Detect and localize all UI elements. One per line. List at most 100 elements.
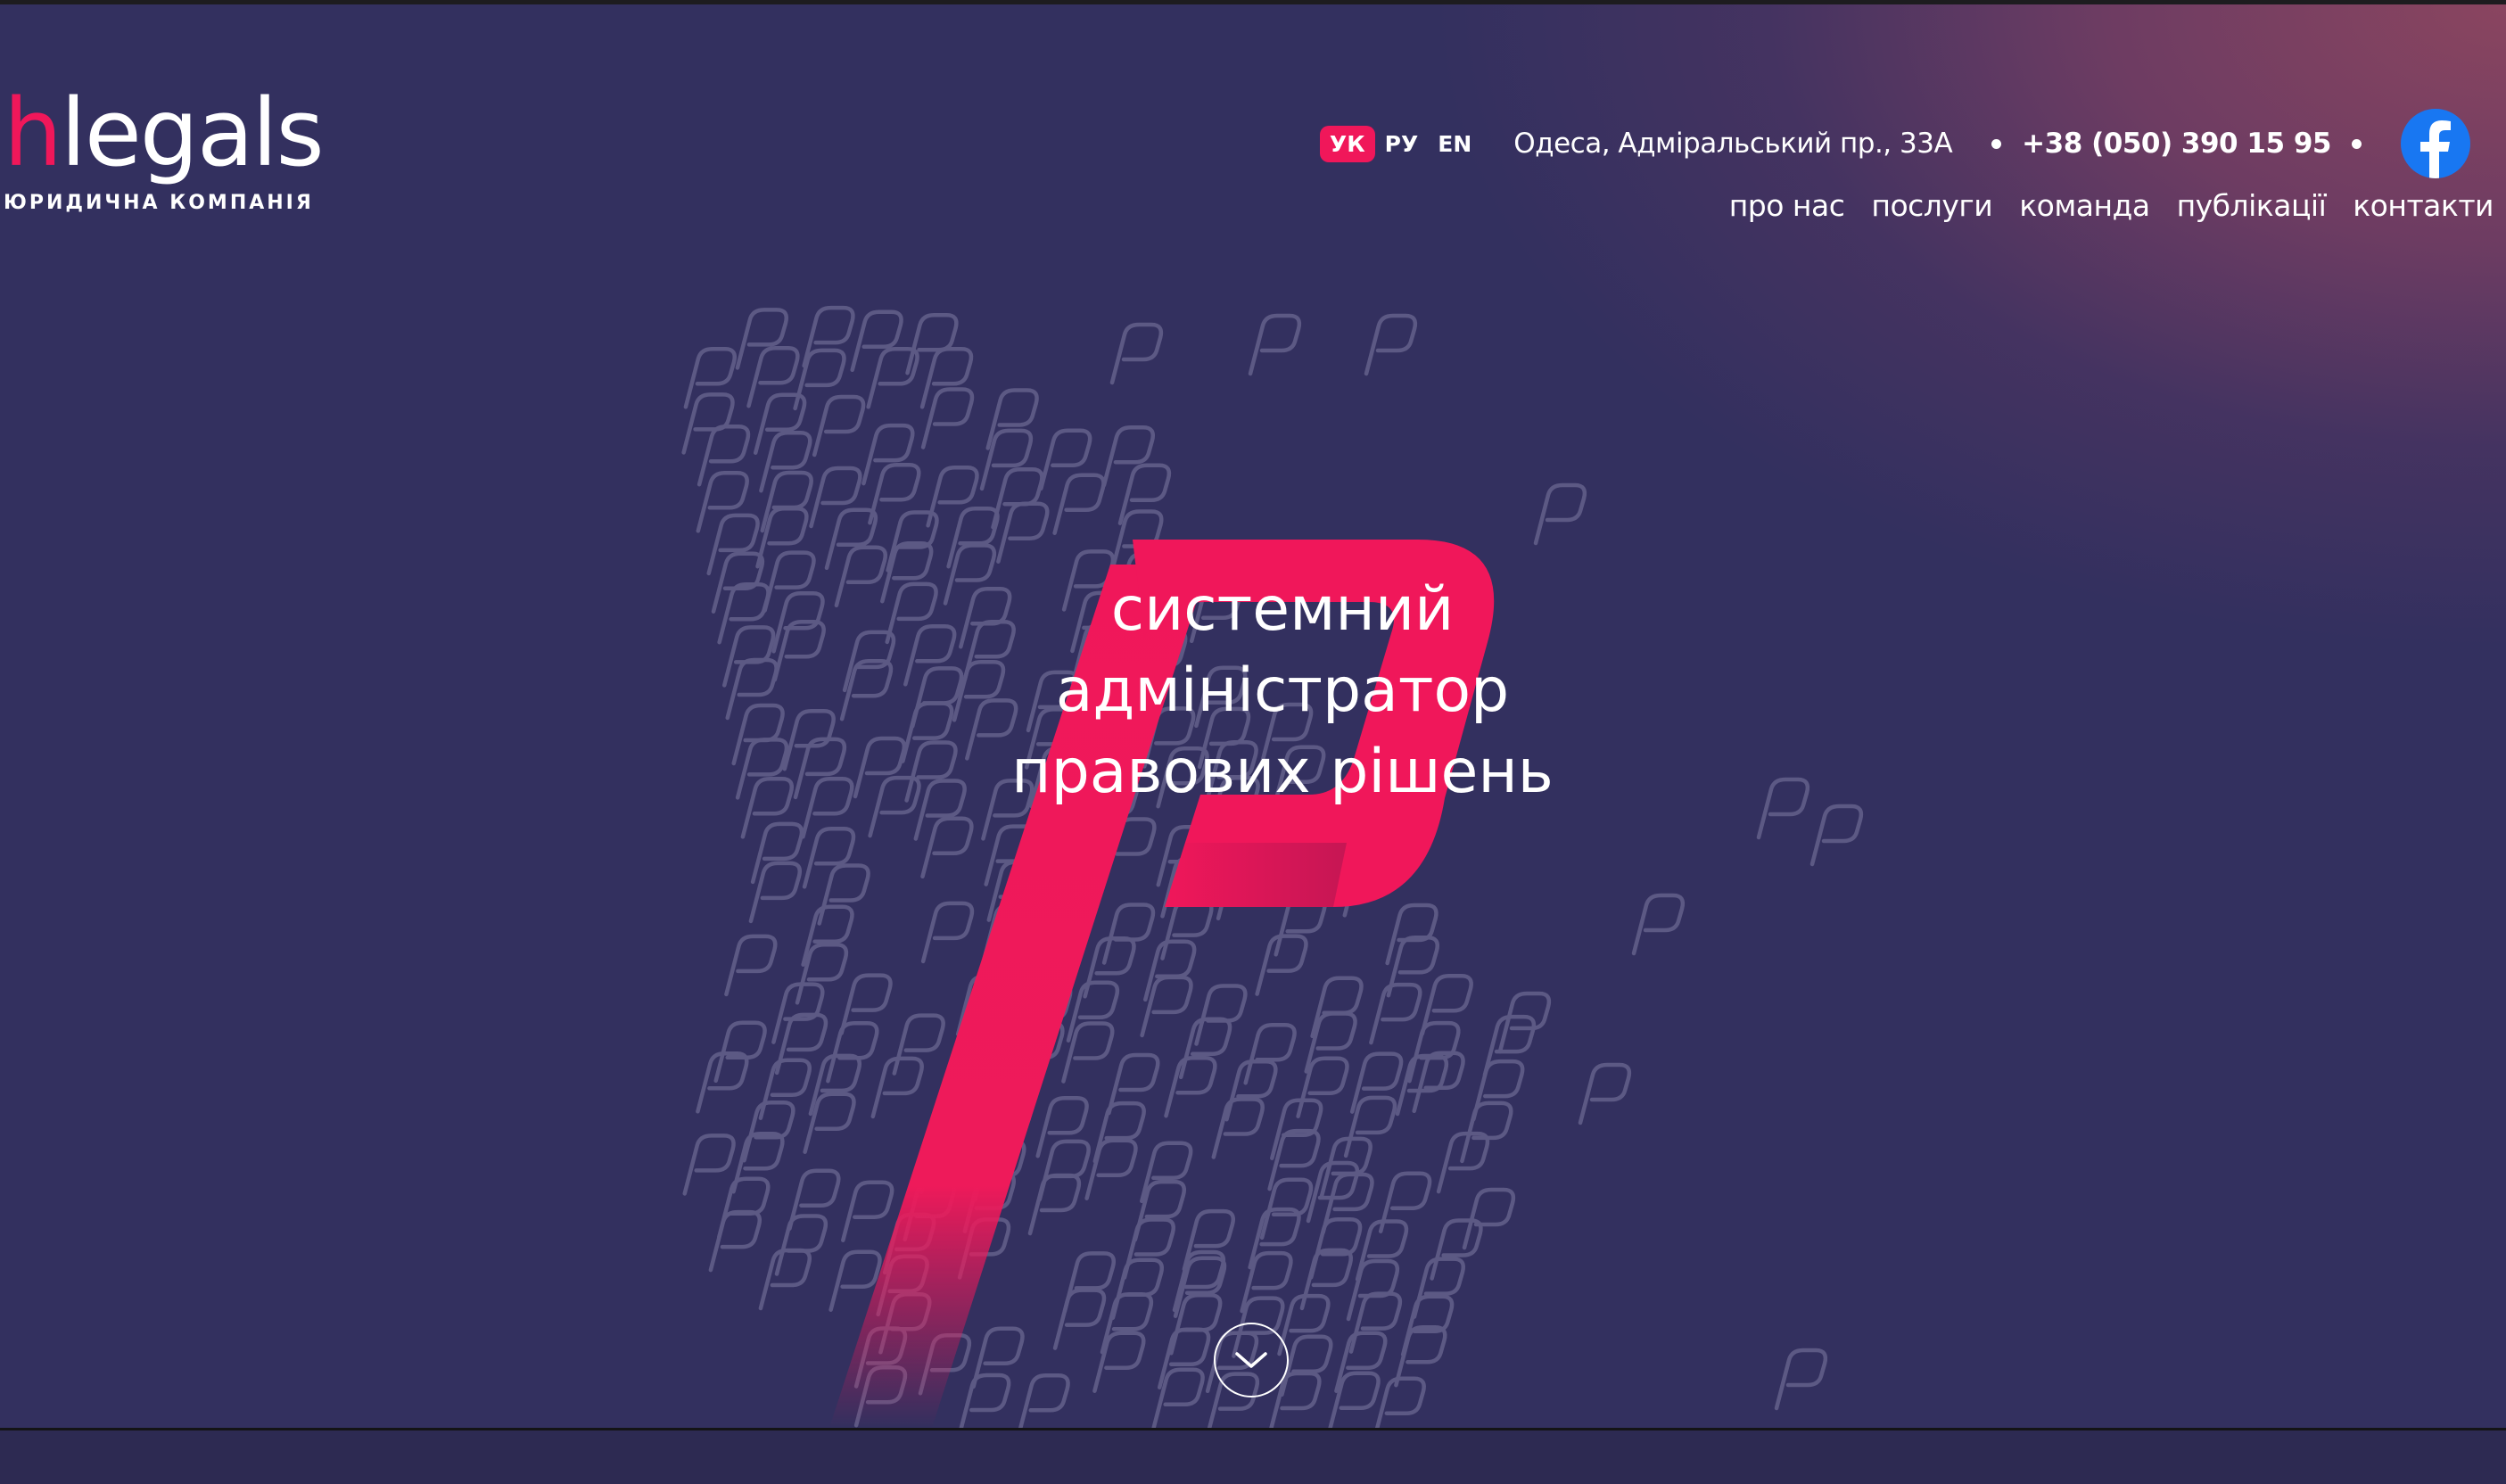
pattern-glyph [1055, 475, 1104, 533]
facebook-icon[interactable] [2401, 109, 2470, 178]
nav-item-publications[interactable]: публікації [2177, 188, 2327, 223]
pattern-glyph [789, 1171, 838, 1229]
facebook-glyph [2420, 120, 2451, 178]
nav-item-team[interactable]: команда [2019, 188, 2150, 223]
language-ru[interactable]: РУ [1375, 126, 1429, 162]
pattern-glyph [1250, 316, 1299, 374]
pattern-glyph [863, 425, 912, 483]
pattern-glyph [765, 553, 814, 611]
pattern-glyph [761, 1060, 810, 1118]
pattern-glyph [1776, 1350, 1826, 1408]
nav-item-contacts[interactable]: контакти [2353, 188, 2494, 223]
pattern-glyph [1388, 905, 1437, 963]
pattern-glyph [726, 936, 775, 994]
hero-headline: системний адміністратор правових рішень [926, 569, 1639, 812]
pattern-glyph [753, 824, 802, 882]
pattern-glyph [1112, 325, 1161, 383]
separator-dot [2352, 138, 2362, 149]
logo-subtitle: ЮРИДИЧНА КОМПАНІЯ [4, 192, 314, 214]
pattern-glyph [1175, 1252, 1224, 1310]
pattern-glyph [761, 433, 810, 491]
pattern-glyph [734, 705, 783, 763]
language-uk[interactable]: УК [1319, 125, 1375, 162]
pattern-glyph [855, 738, 904, 796]
pattern-glyph [1485, 1017, 1534, 1075]
pattern-glyph [804, 829, 853, 886]
pattern-glyph [960, 1375, 1009, 1428]
pattern-glyph [837, 548, 886, 606]
pattern-glyph [711, 1212, 760, 1270]
pattern-glyph [686, 349, 735, 407]
main-nav: про нас послуги команда публікації конта… [1702, 188, 2494, 223]
pattern-glyph [1038, 1098, 1087, 1156]
pattern-glyph [1366, 316, 1415, 374]
pattern-glyph [1166, 1058, 1216, 1116]
pattern-glyph [1030, 1175, 1079, 1233]
pattern-glyph [734, 1134, 783, 1191]
pattern-glyph [751, 863, 800, 921]
pattern-glyph [1536, 485, 1585, 543]
pattern-glyph [812, 468, 861, 526]
pattern-glyph [775, 622, 824, 680]
pattern-glyph [1759, 779, 1808, 837]
pattern-glyph [1371, 985, 1420, 1043]
page: hlegals ЮРИДИЧНА КОМПАНІЯ УК РУ EN Одеса… [0, 0, 2506, 1484]
pattern-glyph [777, 1015, 826, 1073]
pattern-glyph [814, 397, 863, 455]
nav-item-about[interactable]: про нас [1729, 188, 1845, 223]
logo-word: legals [60, 78, 325, 187]
pattern-glyph [1414, 1259, 1463, 1317]
pattern-glyph [1432, 1221, 1481, 1279]
pattern-glyph [1227, 1061, 1276, 1119]
pattern-glyph [1041, 431, 1090, 489]
header-contact-bar: УК РУ EN Одеса, Адміральський пр., 33А +… [1319, 109, 2470, 178]
pattern-glyph [1375, 1379, 1424, 1428]
pattern-glyph [738, 739, 787, 797]
pattern-glyph [795, 739, 845, 797]
pattern-glyph [923, 819, 972, 877]
headline-line-2: адміністратор [1055, 655, 1510, 726]
logo-accent-letter: h [4, 78, 62, 187]
language-en[interactable]: EN [1428, 126, 1481, 162]
pattern-glyph [724, 627, 773, 685]
headline-line-1: системний [1110, 574, 1455, 645]
pattern-glyph [923, 903, 972, 961]
pattern-glyph [1113, 1260, 1162, 1318]
pattern-glyph [922, 349, 971, 407]
pattern-glyph [1580, 1065, 1629, 1123]
pattern-glyph [1257, 936, 1307, 994]
pattern-glyph [882, 543, 931, 601]
phone-link[interactable]: +38 (050) 390 15 95 [2022, 128, 2331, 160]
pattern-glyph [1351, 1294, 1400, 1352]
logo[interactable]: hlegals ЮРИДИЧНА КОМПАНІЯ [4, 87, 325, 214]
pattern-glyph [1181, 1019, 1230, 1077]
pattern-glyph [820, 866, 869, 924]
pattern-glyph [923, 390, 972, 448]
pattern-glyph [685, 1135, 734, 1193]
pattern-glyph [1104, 905, 1153, 963]
pattern-glyph [1125, 1220, 1174, 1278]
pattern-glyph [745, 1102, 794, 1160]
pattern-glyph [853, 312, 902, 370]
address: Одеса, Адміральський пр., 33А [1513, 128, 1953, 160]
nav-item-services[interactable]: послуги [1871, 188, 1992, 223]
pattern-glyph [843, 1183, 892, 1241]
pattern-glyph [1500, 993, 1549, 1051]
pattern-glyph [1087, 1141, 1136, 1199]
pattern-glyph [1473, 1061, 1522, 1119]
pattern-glyph [993, 469, 1043, 527]
pattern-glyph [1065, 1253, 1114, 1311]
pattern-glyph [1055, 1290, 1104, 1348]
scroll-down-button[interactable] [1214, 1323, 1289, 1397]
pattern-glyph [1094, 1333, 1143, 1391]
pattern-glyph [894, 1016, 944, 1074]
pattern-glyph [1323, 1175, 1373, 1233]
separator-dot [1991, 138, 2002, 149]
pattern-glyph [1040, 1142, 1089, 1200]
pattern-glyph [1197, 986, 1246, 1044]
pattern-glyph [1163, 901, 1212, 959]
pattern-glyph [777, 1216, 826, 1274]
pattern-glyph [1246, 1025, 1295, 1083]
pattern-glyph [1634, 895, 1683, 953]
chevron-down-icon [1235, 1352, 1267, 1368]
